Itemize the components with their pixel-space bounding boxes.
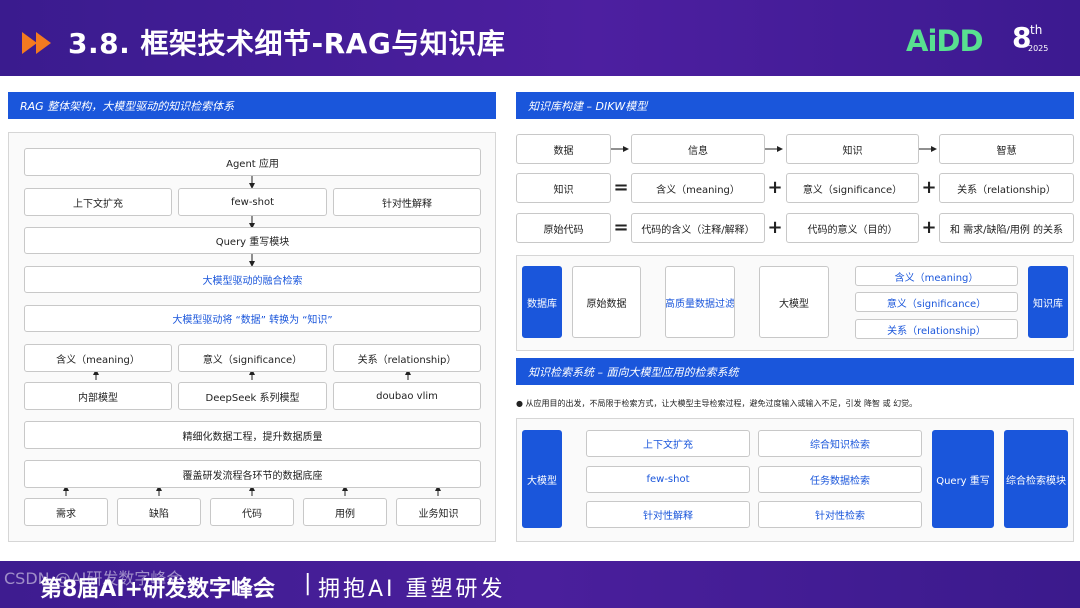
equals-sign: =: [613, 177, 629, 198]
internal-model-box: 内部模型: [24, 382, 172, 410]
bottom-item-requirement: 需求: [24, 498, 108, 526]
csdn-watermark: CSDN @AI研发数字峰会: [4, 569, 183, 588]
retrieval-fewshot-box: few-shot: [586, 466, 750, 493]
deepseek-model-box: DeepSeek 系列模型: [178, 382, 327, 410]
targeted-explain-box: 针对性解释: [333, 188, 481, 216]
dikw-data-box: 数据: [516, 134, 611, 164]
query-rewrite-module-box: Query 重写: [932, 430, 994, 528]
knowledge-significance-box: 意义（significance）: [786, 173, 919, 203]
retrieval-targeted-box: 针对性解释: [586, 501, 750, 528]
comprehensive-knowledge-box: 综合知识检索: [758, 430, 922, 457]
code-relationship-box: 和 需求/缺陷/用例 的关系: [939, 213, 1074, 243]
dikw-section-header: 知识库构建 – DIKW模型: [516, 92, 1074, 119]
database-box: 数据库: [522, 266, 562, 338]
flow-significance-box: 意义（significance）: [855, 292, 1018, 312]
aidd-logo: AiDD 8 th 2025: [906, 21, 1056, 60]
targeted-retrieval-box: 针对性检索: [758, 501, 922, 528]
retrieval-llm-box: 大模型: [522, 430, 562, 528]
bottom-item-business: 业务知识: [396, 498, 481, 526]
code-purpose-box: 代码的意义（目的）: [786, 213, 919, 243]
flow-meaning-box: 含义（meaning）: [855, 266, 1018, 286]
dikw-wisdom-box: 智慧: [939, 134, 1074, 164]
query-rewrite-box: Query 重写模块: [24, 227, 481, 254]
knowledge-relationship-box: 关系（relationship）: [939, 173, 1074, 203]
plus-sign: +: [767, 217, 783, 238]
data-engineering-box: 精细化数据工程，提升数据质量: [24, 421, 481, 449]
bottom-item-defect: 缺陷: [117, 498, 201, 526]
significance-box: 意义（significance）: [178, 344, 327, 372]
flow-relationship-box: 关系（relationship）: [855, 319, 1018, 339]
raw-code-label-box: 原始代码: [516, 213, 611, 243]
logo-text: AiDD: [906, 24, 984, 58]
knowledge-base-box: 知识库: [1028, 266, 1068, 338]
dikw-information-box: 信息: [631, 134, 765, 164]
few-shot-box: few-shot: [178, 188, 327, 216]
logo-year: 2025: [1028, 44, 1049, 53]
llm-box: 大模型: [759, 266, 829, 338]
plus-sign: +: [767, 177, 783, 198]
doubao-model-box: doubao vlim: [333, 382, 481, 410]
logo-edition-suffix: th: [1030, 23, 1043, 37]
raw-data-box: 原始数据: [572, 266, 641, 338]
knowledge-label-box: 知识: [516, 173, 611, 203]
dikw-knowledge-box: 知识: [786, 134, 919, 164]
bottom-item-testcase: 用例: [303, 498, 387, 526]
footer-slogan: 拥抱AI 重塑研发: [318, 577, 506, 602]
comprehensive-retrieval-module-box: 综合检索模块: [1004, 430, 1068, 528]
bottom-item-code: 代码: [210, 498, 294, 526]
meaning-box: 含义（meaning）: [24, 344, 172, 372]
left-section-header: RAG 整体架构，大模型驱动的知识检索体系: [8, 92, 496, 119]
plus-sign: +: [921, 217, 937, 238]
context-expand-box: 上下文扩充: [24, 188, 172, 216]
retrieval-description: ● 从应用目的出发，不局限于检索方式，让大模型主导检索过程，避免过度输入或输入不…: [516, 399, 918, 408]
retrieval-section-header: 知识检索系统 – 面向大模型应用的检索系统: [516, 358, 1074, 385]
quality-filter-box: 高质量数据过滤: [665, 266, 735, 338]
page-title: 3.8. 框架技术细节-RAG与知识库: [68, 27, 506, 60]
equals-sign: =: [613, 217, 629, 238]
knowledge-meaning-box: 含义（meaning）: [631, 173, 765, 203]
footer-separator: |: [304, 571, 312, 596]
fusion-retrieval-box: 大模型驱动的融合检索: [24, 266, 481, 293]
data-foundation-box: 覆盖研发流程各环节的数据底座: [24, 460, 481, 488]
task-data-retrieval-box: 任务数据检索: [758, 466, 922, 493]
retrieval-context-box: 上下文扩充: [586, 430, 750, 457]
data-to-knowledge-box: 大模型驱动将 “数据” 转换为 “知识”: [24, 305, 481, 332]
double-arrow-icon: [22, 32, 51, 54]
agent-app-box: Agent 应用: [24, 148, 481, 176]
code-meaning-box: 代码的含义（注释/解释）: [631, 213, 765, 243]
relationship-box: 关系（relationship）: [333, 344, 481, 372]
plus-sign: +: [921, 177, 937, 198]
header-bar: 3.8. 框架技术细节-RAG与知识库 AiDD 8 th 2025: [0, 0, 1080, 76]
